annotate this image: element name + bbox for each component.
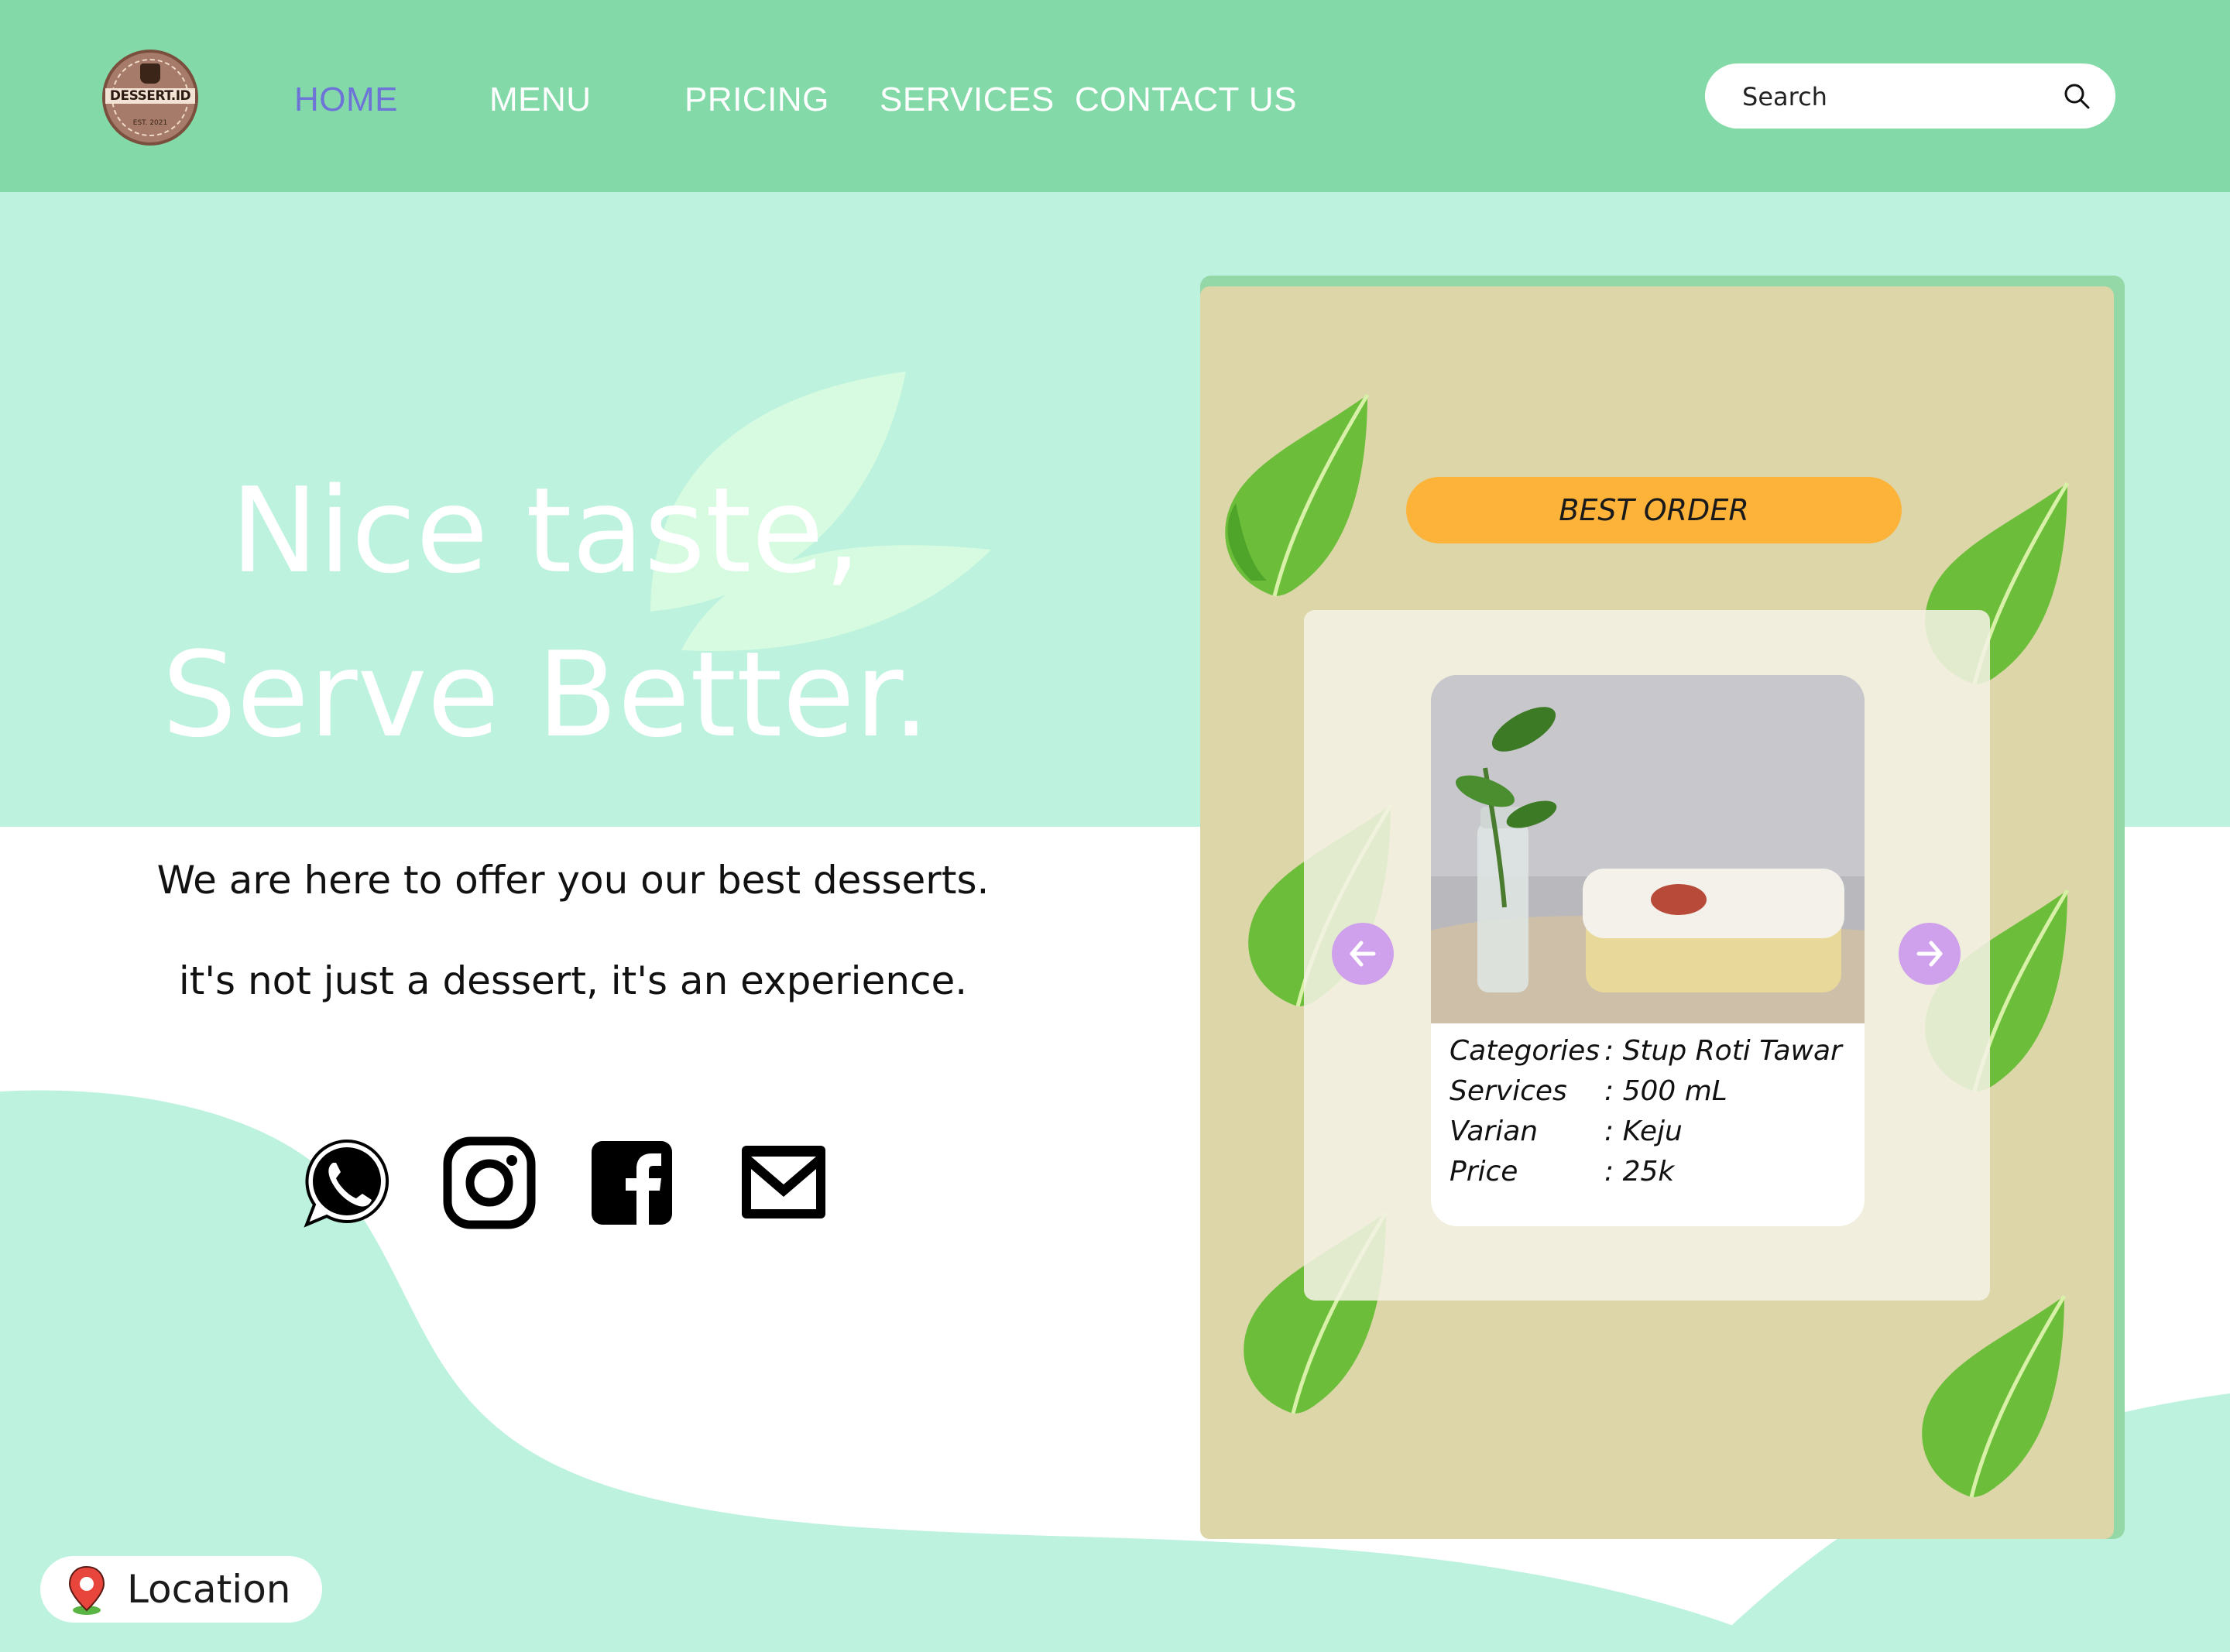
- arrow-right-icon: [1916, 941, 1943, 967]
- leaf-icon: [1922, 1294, 2067, 1498]
- arrow-left-icon: [1350, 941, 1376, 967]
- whatsapp-icon[interactable]: [300, 1136, 393, 1229]
- nav-contact-us[interactable]: CONTACT US: [1075, 81, 1297, 119]
- hero-subtitle-line2: it's not just a dessert, it's an experie…: [178, 958, 968, 1003]
- detail-row-categories: Categories: Stup Roti Tawar: [1450, 1035, 1842, 1067]
- instagram-icon[interactable]: [443, 1136, 536, 1229]
- facebook-icon[interactable]: [585, 1136, 678, 1229]
- best-order-badge[interactable]: BEST ORDER: [1406, 477, 1902, 543]
- product-photo: [1431, 675, 1865, 1023]
- carousel-prev-button[interactable]: [1332, 923, 1394, 985]
- hero-title-line2: Serve Better.: [162, 626, 930, 763]
- nav-pricing[interactable]: PRICING: [684, 81, 829, 119]
- location-button[interactable]: Location: [40, 1556, 322, 1623]
- carousel-next-button[interactable]: [1899, 923, 1961, 985]
- location-label: Location: [127, 1567, 291, 1612]
- cake-icon: [140, 63, 160, 84]
- detail-row-price: Price: 25k: [1450, 1156, 1675, 1188]
- nav-services[interactable]: SERVICES: [880, 81, 1055, 119]
- hero-subtitle-line1: We are here to offer you our best desser…: [156, 858, 990, 903]
- email-icon[interactable]: [737, 1136, 830, 1229]
- product-card[interactable]: Categories: Stup Roti Tawar Services: 50…: [1431, 675, 1865, 1226]
- search-icon[interactable]: [2061, 81, 2092, 111]
- map-pin-icon: [68, 1565, 105, 1615]
- hero-title-line1: Nice taste,: [230, 462, 862, 599]
- detail-row-varian: Varian: Keju: [1450, 1116, 1683, 1147]
- search-box[interactable]: [1705, 63, 2115, 129]
- nav-menu[interactable]: MENU: [489, 81, 592, 119]
- search-input[interactable]: [1741, 76, 2053, 118]
- product-details: Categories: Stup Roti Tawar Services: 50…: [1450, 1031, 1842, 1192]
- nav-home[interactable]: HOME: [294, 81, 398, 119]
- hero-headline: Nice taste, Serve Better.: [0, 449, 1092, 777]
- detail-row-services: Services: 500 mL: [1450, 1075, 1727, 1107]
- brand-logo[interactable]: DESSERT.ID EST. 2021: [102, 50, 198, 146]
- top-nav-bar: DESSERT.ID EST. 2021 HOME MENU PRICING S…: [0, 0, 2230, 192]
- leaf-icon: [1225, 393, 1370, 597]
